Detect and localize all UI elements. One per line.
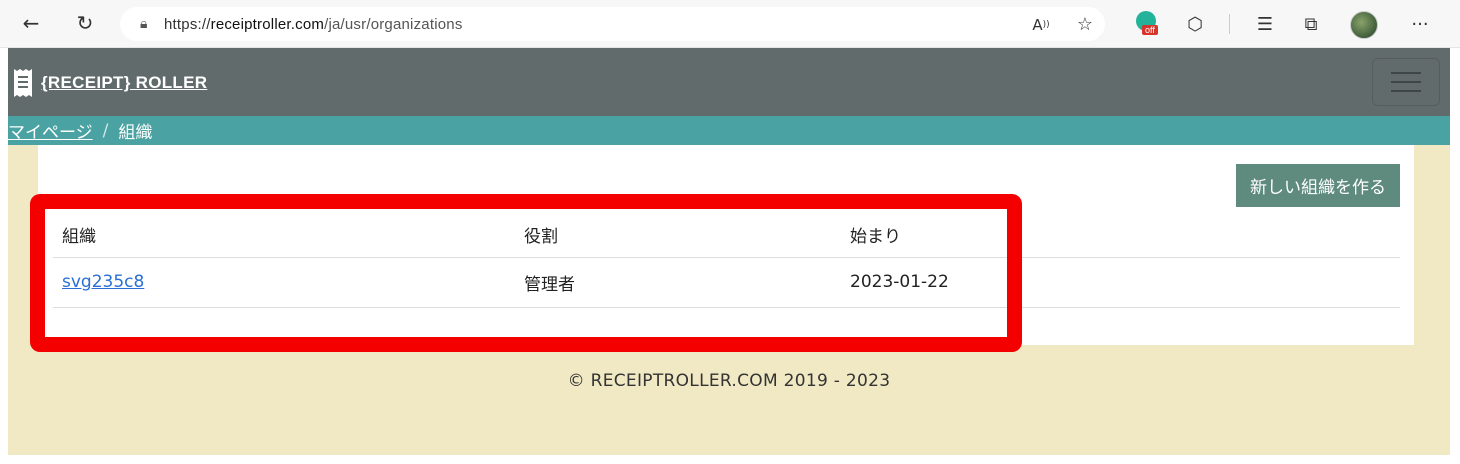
favorite-star-icon[interactable]: ☆ (1070, 9, 1100, 39)
address-bar[interactable]: 🔒︎ https://receiptroller.com/ja/usr/orga… (120, 7, 1105, 41)
brand-name: {RECEIPT} ROLLER (41, 73, 208, 92)
collections-icon[interactable]: ⧉ (1296, 9, 1326, 39)
page-content: 新しい組織を作る 組織 役割 始まり svg235c8 管理者 2023-01-… (8, 145, 1450, 455)
app-header: {RECEIPT} ROLLER (8, 48, 1450, 116)
column-header-organization: 組織 (53, 212, 515, 258)
breadcrumb-current: 組織 (118, 123, 153, 143)
role-cell: 管理者 (515, 257, 841, 308)
started-date-cell: 2023-01-22 (841, 257, 1400, 308)
brand-link[interactable]: {RECEIPT} ROLLER (13, 68, 207, 98)
organizations-table: 組織 役割 始まり svg235c8 管理者 2023-01-22 (53, 212, 1400, 308)
organization-cell: svg235c8 (53, 257, 515, 308)
table-header-row: 組織 役割 始まり (53, 212, 1400, 258)
hamburger-line (1391, 81, 1421, 83)
back-arrow-icon[interactable]: ← (16, 8, 46, 38)
breadcrumb-mypage-link[interactable]: マイページ (8, 118, 93, 143)
extensions-puzzle-icon[interactable]: ⬡ (1180, 9, 1210, 39)
browser-toolbar: ← ↻ 🔒︎ https://receiptroller.com/ja/usr/… (0, 0, 1460, 48)
extension-off-badge: off (1142, 25, 1158, 35)
column-header-started: 始まり (841, 212, 1400, 258)
organization-link[interactable]: svg235c8 (62, 272, 144, 292)
favorites-list-icon[interactable]: ☰ (1250, 9, 1280, 39)
url-prefix: https:// (164, 15, 211, 33)
url-path: /ja/usr/organizations (324, 15, 463, 33)
hamburger-line (1391, 72, 1421, 74)
profile-avatar[interactable] (1350, 11, 1378, 39)
new-organization-button[interactable]: 新しい組織を作る (1236, 164, 1400, 207)
breadcrumb: マイページ / 組織 (8, 116, 1450, 145)
organizations-card: 新しい組織を作る 組織 役割 始まり svg235c8 管理者 2023-01-… (38, 145, 1414, 345)
extension-icon[interactable]: off (1134, 11, 1162, 39)
url-host: receiptroller.com (210, 15, 325, 33)
lock-icon: 🔒︎ (140, 16, 148, 32)
breadcrumb-separator: / (102, 120, 109, 141)
receipt-icon (13, 68, 33, 98)
toolbar-divider (1229, 14, 1230, 34)
more-menu-icon[interactable]: ··· (1405, 9, 1435, 39)
table-row: svg235c8 管理者 2023-01-22 (53, 257, 1400, 308)
menu-toggle-button[interactable] (1372, 58, 1440, 106)
hamburger-line (1391, 90, 1421, 92)
read-aloud-icon[interactable]: A)) (1026, 10, 1056, 40)
refresh-icon[interactable]: ↻ (70, 8, 100, 38)
column-header-role: 役割 (515, 212, 841, 258)
footer-copyright: © RECEIPTROLLER.COM 2019 - 2023 (567, 371, 891, 391)
url-text: https://receiptroller.com/ja/usr/organiz… (164, 16, 463, 33)
